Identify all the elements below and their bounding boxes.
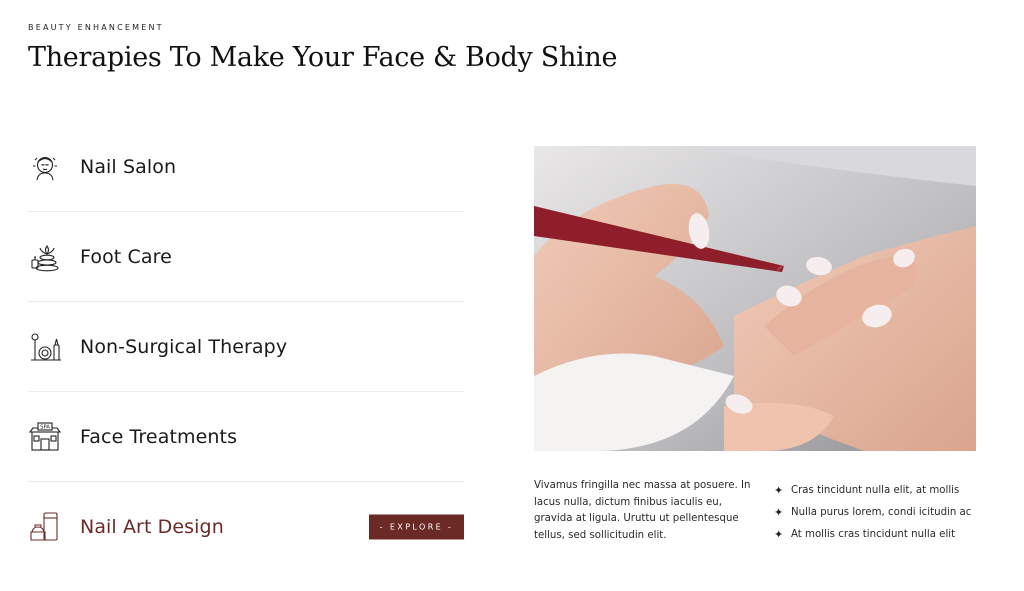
- service-item-nail-salon[interactable]: Nail Salon: [28, 122, 464, 212]
- feature-item: ✦ At mollis cras tincidunt nulla elit: [774, 523, 971, 545]
- manicure-photo: [534, 146, 976, 451]
- description-text: Vivamus fringilla nec massa at posuere. …: [534, 480, 751, 541]
- sparkle-icon: ✦: [774, 527, 784, 541]
- service-label: Nail Art Design: [80, 515, 224, 538]
- feature-text: At mollis cras tincidunt nulla elit: [791, 528, 956, 540]
- spa-stones-icon: [28, 240, 62, 274]
- services-list: Nail Salon Foot Care Non-Surgical Therap…: [28, 122, 464, 571]
- service-label: Face Treatments: [80, 425, 238, 448]
- cosmetics-icon: [28, 330, 62, 364]
- feature-text: Nulla purus lorem, condi icitudin ac: [791, 506, 972, 518]
- service-label: Foot Care: [80, 245, 172, 268]
- explore-button[interactable]: - Explore -: [369, 514, 464, 539]
- service-item-nail-art-design[interactable]: Nail Art Design - Explore -: [28, 482, 464, 571]
- service-label: Nail Salon: [80, 155, 177, 178]
- service-label: Non-Surgical Therapy: [80, 335, 288, 358]
- feature-list: ✦ Cras tincidunt nulla elit, at mollis ✦ N…: [774, 479, 971, 545]
- spa-sign-text: SPA: [40, 424, 50, 430]
- face-spa-icon: [28, 150, 62, 184]
- feature-item: ✦ Nulla purus lorem, condi icitudin ac: [774, 501, 971, 523]
- spa-building-icon: SPA: [28, 420, 62, 454]
- service-item-face-treatments[interactable]: SPA Face Treatments: [28, 392, 464, 482]
- cream-jar-icon: [28, 510, 62, 544]
- service-item-foot-care[interactable]: Foot Care: [28, 212, 464, 302]
- section-title: Therapies To Make Your Face & Body Shine: [28, 42, 618, 73]
- sparkle-icon: ✦: [774, 483, 784, 497]
- service-item-non-surgical-therapy[interactable]: Non-Surgical Therapy: [28, 302, 464, 392]
- feature-text: Cras tincidunt nulla elit, at mollis: [791, 484, 960, 496]
- sparkle-icon: ✦: [774, 505, 784, 519]
- section-eyebrow: Beauty Enhancement: [28, 23, 164, 32]
- feature-item: ✦ Cras tincidunt nulla elit, at mollis: [774, 479, 971, 501]
